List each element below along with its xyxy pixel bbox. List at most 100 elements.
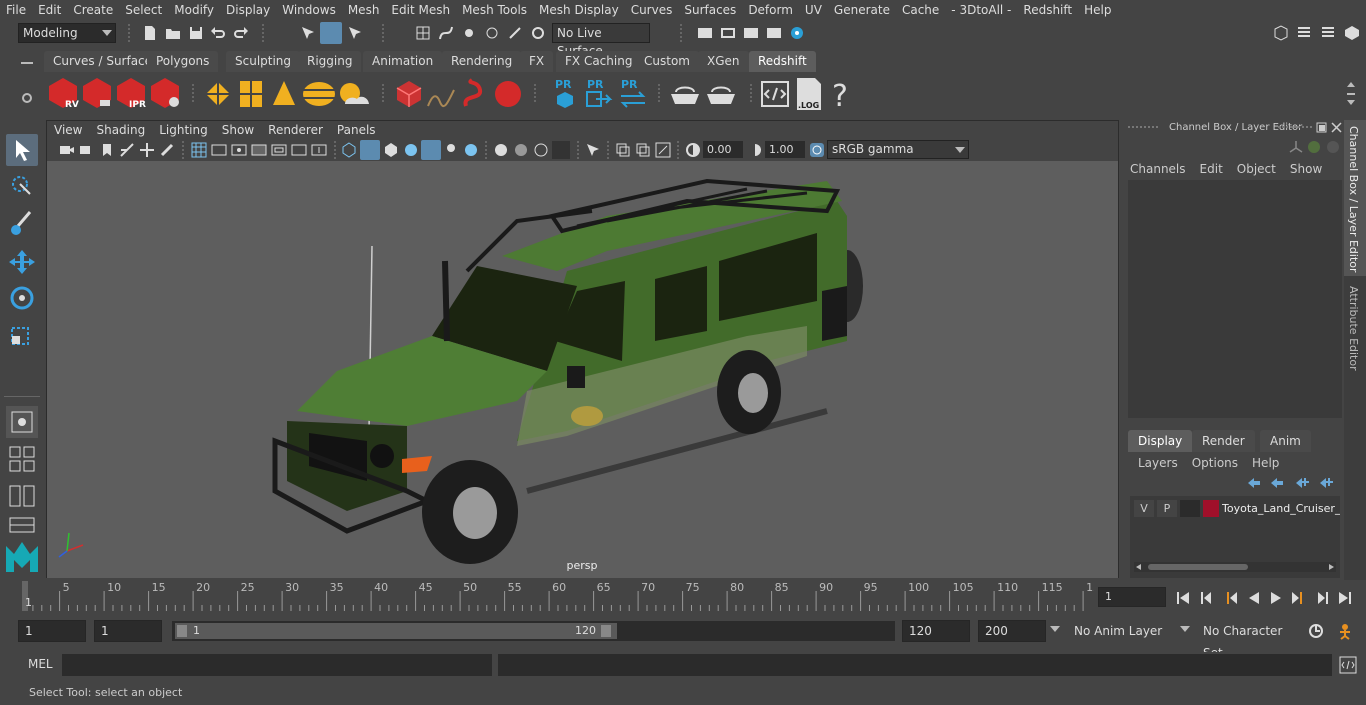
scrollbar-thumb[interactable] <box>1148 564 1248 570</box>
2d-pan-zoom-icon[interactable] <box>139 142 155 158</box>
snap-curve-icon[interactable] <box>438 25 454 41</box>
redshift-dome-light-icon[interactable] <box>302 80 336 108</box>
toggle-channel-box-icon[interactable] <box>1296 25 1312 41</box>
menu-display[interactable]: Display <box>220 0 276 20</box>
grease-pencil-icon[interactable] <box>159 142 175 158</box>
xray-icon[interactable] <box>585 142 601 158</box>
menu-windows[interactable]: Windows <box>276 0 342 20</box>
range-start-grip[interactable] <box>177 625 187 637</box>
layout-quad-icon[interactable] <box>8 445 36 473</box>
shelf-tab-custom[interactable]: Custom <box>635 51 699 72</box>
layer-display-type[interactable] <box>1180 500 1200 517</box>
redshift-proxy-icon[interactable] <box>394 79 424 109</box>
hypershade-icon[interactable] <box>789 25 805 41</box>
color-management-icon[interactable] <box>809 142 825 158</box>
chevron-down-icon[interactable] <box>1180 626 1190 632</box>
channel-menu-edit[interactable]: Edit <box>1200 162 1223 176</box>
viewport-menu-panels[interactable]: Panels <box>330 121 383 139</box>
grid-toggle-icon[interactable] <box>191 142 207 158</box>
redshift-area-light-icon[interactable] <box>202 78 234 110</box>
viewport-menu-shading[interactable]: Shading <box>89 121 152 139</box>
current-frame-field[interactable]: 1 <box>1098 587 1166 607</box>
menu-surfaces[interactable]: Surfaces <box>678 0 742 20</box>
scroll-right-icon[interactable] <box>1329 564 1334 570</box>
menu-help[interactable]: Help <box>1078 0 1117 20</box>
time-slider[interactable]: 5 10 15 20 25 30 35 40 45 50 55 60 65 70 75 80 85 90 95 100… <box>18 581 1100 611</box>
xray-joints-icon[interactable] <box>615 142 631 158</box>
workspace-icon[interactable] <box>1273 25 1289 41</box>
layer-menu-layers[interactable]: Layers <box>1138 456 1178 470</box>
command-input[interactable] <box>62 654 492 676</box>
scroll-left-icon[interactable] <box>1136 564 1141 570</box>
help-icon[interactable]: ? <box>830 76 852 112</box>
menu-mesh[interactable]: Mesh <box>342 0 386 20</box>
go-to-start-icon[interactable] <box>1174 590 1190 606</box>
menu-select[interactable]: Select <box>119 0 168 20</box>
snap-point-icon[interactable] <box>461 25 477 41</box>
image-plane-icon[interactable] <box>119 142 135 158</box>
side-tab-attribute-editor[interactable]: Attribute Editor <box>1344 280 1366 376</box>
layer-tab-render[interactable]: Render <box>1192 430 1255 452</box>
color-space-dropdown[interactable]: sRGB gamma <box>827 140 969 159</box>
layer-menu-options[interactable]: Options <box>1192 456 1238 470</box>
menu-uv[interactable]: UV <box>799 0 828 20</box>
animation-preferences-icon[interactable] <box>1336 622 1354 640</box>
snap-projected-icon[interactable] <box>484 25 500 41</box>
step-forward-frame-icon[interactable] <box>1291 590 1307 606</box>
menu-curves[interactable]: Curves <box>625 0 679 20</box>
layer-color-swatch[interactable] <box>1203 500 1219 517</box>
shelf-tab-rendering[interactable]: Rendering <box>442 51 522 72</box>
redshift-sun-sky-icon[interactable] <box>337 80 371 108</box>
use-all-lights-button[interactable] <box>421 140 441 160</box>
anti-aliasing-icon[interactable] <box>513 142 529 158</box>
redshift-script-icon[interactable] <box>760 78 790 110</box>
redshift-hair-icon[interactable] <box>460 78 490 110</box>
open-scene-icon[interactable] <box>165 25 181 41</box>
redshift-pr-object-icon[interactable]: PR <box>552 76 578 110</box>
redshift-ies-light-icon[interactable] <box>270 78 298 110</box>
shelf-tab-xgen[interactable]: XGen <box>698 51 749 72</box>
wireframe-icon[interactable] <box>341 142 357 158</box>
snap-view-plane-icon[interactable] <box>507 25 523 41</box>
ipr-render-icon[interactable] <box>743 25 759 41</box>
shelf-tab-fx[interactable]: FX <box>520 51 554 72</box>
time-slider-track[interactable]: 5 10 15 20 25 30 35 40 45 50 55 60 65 70 75 80 85 90 95 100… <box>22 581 1100 611</box>
shelf-tab-rigging[interactable]: Rigging <box>298 51 362 72</box>
redshift-portal-light-icon[interactable] <box>237 78 265 110</box>
playback-end-field[interactable]: 120 <box>902 620 970 642</box>
isolate-select-button[interactable] <box>552 141 570 159</box>
range-slider-handle[interactable]: 1 120 <box>175 623 617 639</box>
gear-icon[interactable] <box>21 92 33 104</box>
exposure-field[interactable]: 0.00 <box>703 141 743 158</box>
new-layer-icon[interactable] <box>1294 476 1310 490</box>
channel-list[interactable] <box>1128 180 1342 418</box>
paint-select-tool-button[interactable] <box>6 208 38 240</box>
frame-all-icon[interactable] <box>655 142 671 158</box>
select-components-icon[interactable] <box>347 25 363 41</box>
shadows-icon[interactable] <box>443 142 459 158</box>
layout-two-pane-icon[interactable] <box>8 484 36 508</box>
redshift-pr-export-icon[interactable]: PR <box>584 76 614 110</box>
redshift-log-icon[interactable]: .LOG <box>794 76 824 112</box>
snap-grid-icon[interactable] <box>415 25 431 41</box>
layer-menu-help[interactable]: Help <box>1252 456 1279 470</box>
textured-icon[interactable] <box>403 142 419 158</box>
redshift-material-icon[interactable] <box>668 80 702 108</box>
anim-layer-dropdown[interactable]: No Anim Layer <box>1068 620 1178 642</box>
move-layer-down-icon[interactable] <box>1269 476 1285 490</box>
render-settings-icon[interactable] <box>697 25 713 41</box>
safe-action-icon[interactable] <box>291 142 307 158</box>
shelf-tab-fx-caching[interactable]: FX Caching <box>556 51 642 72</box>
scale-tool-button[interactable] <box>6 318 38 350</box>
command-language-label[interactable]: MEL <box>28 657 53 671</box>
playback-start-field[interactable]: 1 <box>94 620 162 642</box>
animation-end-field[interactable]: 200 <box>978 620 1046 642</box>
safe-title-icon[interactable] <box>311 142 327 158</box>
render-view-icon[interactable] <box>766 25 782 41</box>
menu-3dtoall[interactable]: - 3DtoAll - <box>945 0 1017 20</box>
menu-mesh-tools[interactable]: Mesh Tools <box>456 0 533 20</box>
redshift-batch-render-icon[interactable] <box>80 76 114 110</box>
live-surface-field[interactable]: No Live Surface <box>552 23 650 58</box>
viewport-menu-renderer[interactable]: Renderer <box>261 121 330 139</box>
channel-box-axis-icon[interactable] <box>1287 139 1305 157</box>
